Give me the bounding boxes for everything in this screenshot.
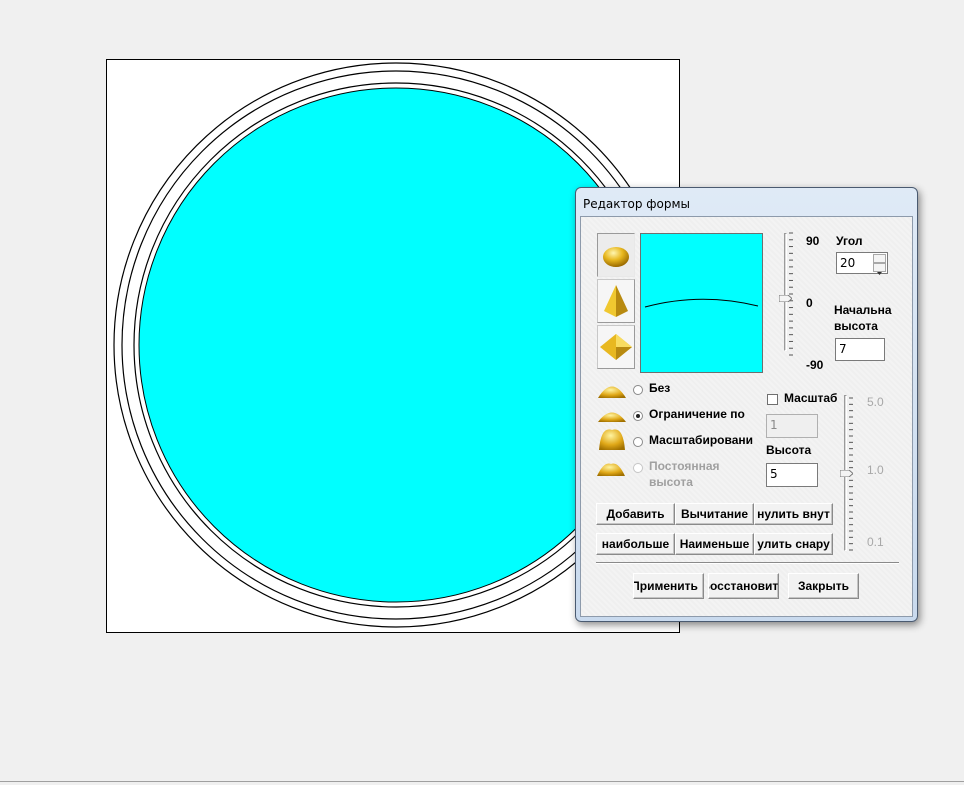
apply-button[interactable]: Применить (633, 573, 704, 599)
chevron-down-icon (877, 272, 882, 275)
scale-mid-label: 1.0 (867, 463, 884, 477)
pyramid-shape-button[interactable] (597, 279, 635, 323)
profile-constant-label-line1: Постоянная (649, 459, 720, 473)
status-divider (0, 781, 964, 782)
smallest-button[interactable]: Наименьше (675, 533, 754, 555)
scale-label: Масштаб (784, 391, 838, 405)
slider-thumb-icon (778, 294, 793, 302)
scale-max-label: 5.0 (867, 395, 884, 409)
profile-limit-icon (598, 412, 626, 422)
vertical-slider-thumb[interactable] (778, 289, 793, 302)
slider-thumb-icon (839, 469, 854, 478)
scale-label-clip: Масштаб (784, 391, 838, 405)
height-label-clip: Высота (766, 443, 812, 457)
largest-button[interactable]: наибольше (596, 533, 675, 555)
scale-input[interactable]: 1 (766, 414, 818, 438)
scale-value: 1 (770, 418, 778, 432)
height-label: Высота (766, 443, 812, 457)
slider-min-label: -90 (806, 358, 824, 372)
angle-value: 20 (840, 256, 856, 270)
profile-constant-icon (597, 463, 625, 476)
height-input[interactable]: 5 (766, 463, 818, 487)
close-button[interactable]: Закрыть (788, 573, 859, 599)
scale-slider-thumb[interactable] (839, 464, 854, 478)
zero-inner-button[interactable]: нулить внут (754, 503, 833, 525)
start-height-value: 7 (839, 342, 847, 356)
slider-mid-label: 0 (806, 296, 813, 310)
pyramid-icon (604, 285, 628, 317)
profile-preview[interactable] (640, 233, 763, 373)
apply-button-label: Применить (633, 579, 698, 593)
angle-spin-up[interactable] (873, 254, 886, 266)
footer-separator (596, 562, 899, 564)
profile-scaling-radio[interactable] (633, 437, 643, 447)
profile-limit-label: Ограничение по (649, 407, 745, 421)
scale-min-label: 0.1 (867, 535, 884, 549)
diamond-icon (600, 334, 632, 360)
diamond-shape-button[interactable] (597, 325, 635, 369)
scale-checkbox[interactable] (767, 394, 778, 405)
restore-button[interactable]: Восстановить (708, 573, 779, 599)
restore-button-label: Восстановить (709, 579, 779, 593)
shape-editor-dialog: Редактор формы 90 0 -90 Угол 20 Начальна… (575, 187, 918, 622)
height-value: 5 (770, 467, 778, 481)
profile-constant-label-line2: высота (649, 475, 693, 489)
profile-none-radio[interactable] (633, 385, 643, 395)
profile-curve (644, 298, 759, 308)
zero-outer-button[interactable]: улить снару (754, 533, 833, 555)
angle-spin-down[interactable] (873, 263, 886, 275)
slider-max-label: 90 (806, 234, 820, 248)
profile-constant-radio[interactable] (633, 463, 643, 473)
dome-shape-button[interactable] (597, 233, 635, 277)
angle-label: Угол (836, 234, 863, 248)
start-height-label-line2: высота (834, 319, 878, 333)
dialog-client-area: 90 0 -90 Угол 20 Начальна высота 7 Без О… (580, 216, 913, 617)
profile-scaling-icon (599, 429, 625, 450)
start-height-label-line1: Начальна (834, 303, 892, 317)
profile-none-icon (598, 386, 626, 398)
profile-scaling-label: Масштабировани (649, 433, 754, 447)
subtract-button[interactable]: Вычитание (675, 503, 754, 525)
add-button[interactable]: Добавить (596, 503, 675, 525)
profile-none-label: Без (649, 381, 671, 395)
profile-limit-radio[interactable] (633, 411, 643, 421)
start-height-input[interactable]: 7 (835, 338, 885, 361)
dome-icon (603, 247, 629, 267)
dialog-title: Редактор формы (583, 197, 691, 211)
